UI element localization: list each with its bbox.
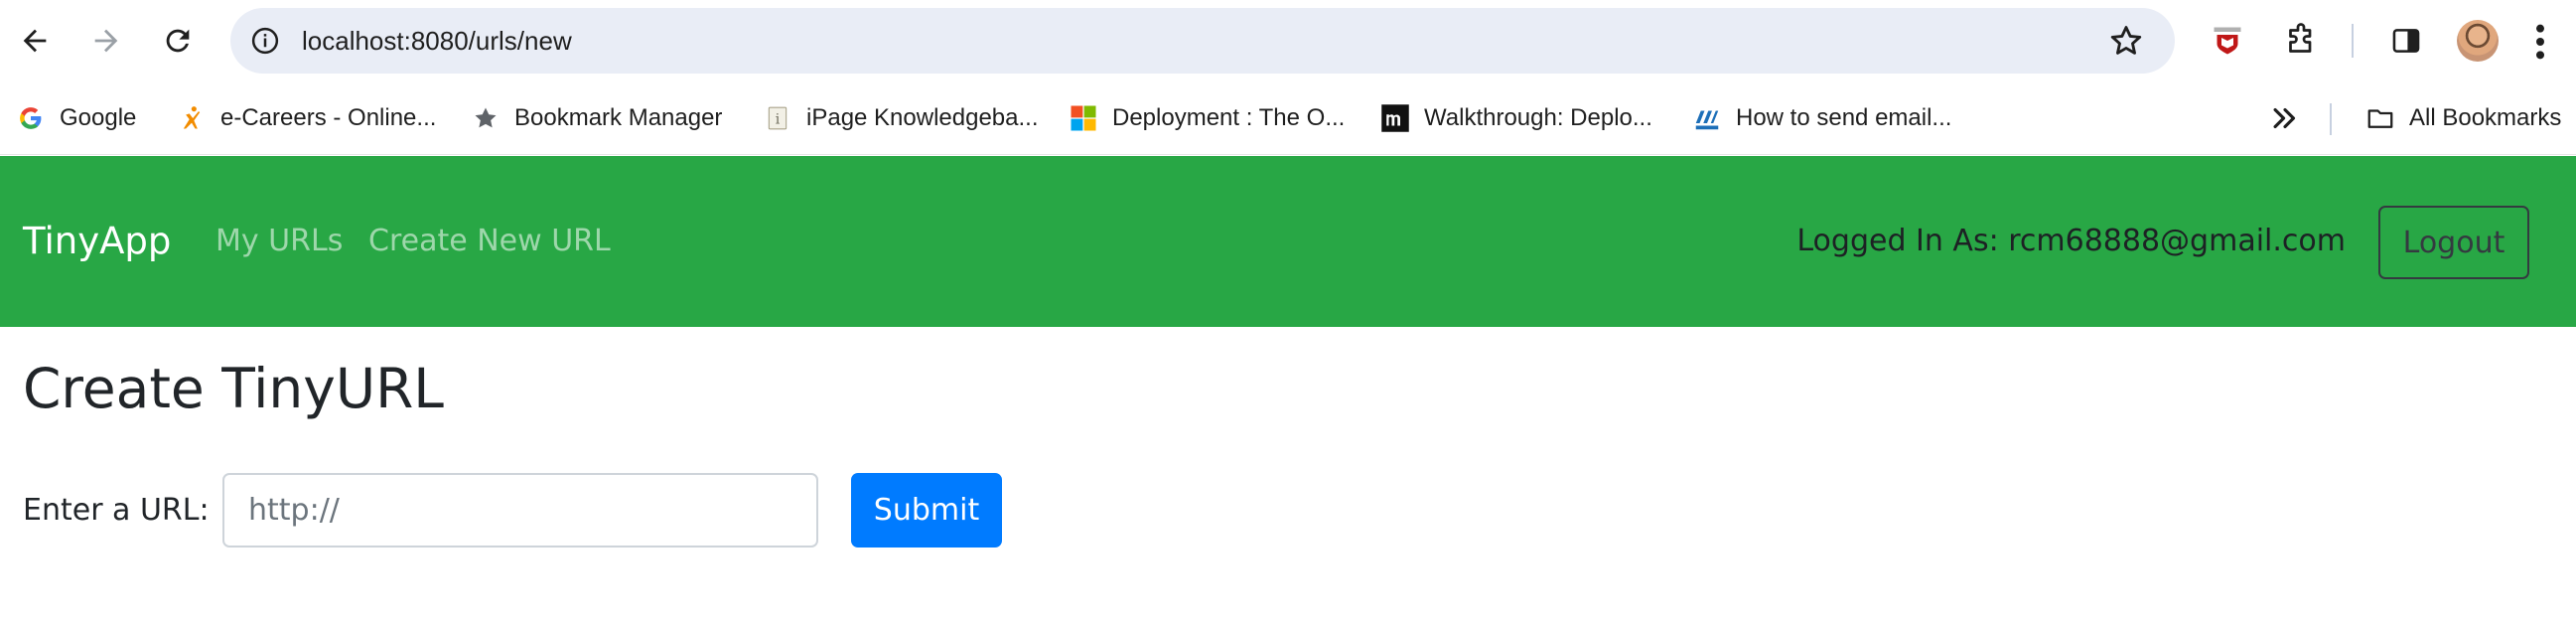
more-menu-icon[interactable] — [2530, 22, 2550, 62]
extensions-puzzle-icon[interactable] — [2278, 18, 2324, 64]
bookmark-label: How to send email... — [1736, 104, 1952, 131]
aspnet-icon — [1692, 103, 1722, 133]
submit-button[interactable]: Submit — [851, 473, 1002, 548]
app-navbar: TinyApp My URLs Create New URL Logged In… — [0, 156, 2576, 327]
bookmark-item[interactable]: Deployment : The O... — [1069, 81, 1345, 155]
ipage-icon: i — [763, 103, 792, 133]
all-bookmarks-label: All Bookmarks — [2409, 104, 2562, 131]
url-field-label: Enter a URL: — [23, 493, 210, 528]
bookmark-star-icon[interactable] — [2107, 22, 2145, 60]
profile-avatar[interactable] — [2457, 20, 2499, 62]
star-icon — [471, 103, 501, 133]
page-title: Create TinyURL — [23, 357, 444, 420]
side-panel-icon[interactable] — [2383, 18, 2429, 64]
chevron-double-right-icon[interactable] — [2268, 101, 2302, 135]
bookmarks-bar: Google e-Careers - Online... Bookmark Ma… — [0, 81, 2576, 155]
bookmark-label: Bookmark Manager — [514, 104, 723, 131]
google-icon — [16, 103, 46, 133]
address-url[interactable]: localhost:8080/urls/new — [302, 8, 572, 74]
bookmark-item[interactable]: e-Careers - Online... — [177, 81, 436, 155]
navbar-brand[interactable]: TinyApp — [23, 156, 171, 327]
bookmark-label: Walkthrough: Deplo... — [1424, 104, 1652, 131]
all-bookmarks-button[interactable]: All Bookmarks — [2365, 81, 2561, 155]
bookmark-item[interactable]: Bookmark Manager — [471, 81, 722, 155]
arrow-left-icon — [23, 29, 47, 53]
microsoft-icon — [1069, 103, 1098, 133]
toolbar-separator — [2352, 24, 2354, 58]
bookmark-item[interactable]: Google — [16, 81, 136, 155]
bookmark-label: Google — [60, 104, 137, 131]
nav-link-create-new-url[interactable]: Create New URL — [368, 156, 611, 327]
arrow-right-icon — [94, 29, 118, 53]
reload-button[interactable] — [151, 14, 205, 68]
bookmark-item[interactable]: How to send email... — [1692, 81, 1951, 155]
bookmark-label: iPage Knowledgeba... — [806, 104, 1039, 131]
bookmarks-separator — [2330, 103, 2332, 135]
bookmark-item[interactable]: i iPage Knowledgeba... — [763, 81, 1039, 155]
url-input[interactable] — [222, 473, 818, 548]
folder-icon — [2365, 103, 2395, 133]
logout-button[interactable]: Logout — [2378, 206, 2529, 279]
browser-toolbar: localhost:8080/urls/new — [0, 0, 2576, 81]
ecareers-icon — [177, 103, 207, 133]
back-button[interactable] — [8, 14, 62, 68]
mcafee-extension-icon[interactable] — [2205, 18, 2250, 64]
m-icon — [1380, 103, 1410, 133]
forward-button[interactable] — [79, 14, 133, 68]
site-info-icon[interactable] — [244, 20, 286, 62]
nav-link-my-urls[interactable]: My URLs — [215, 156, 343, 327]
svg-text:i: i — [776, 111, 781, 127]
bookmark-label: e-Careers - Online... — [220, 104, 437, 131]
address-bar[interactable]: localhost:8080/urls/new — [230, 8, 2175, 74]
bookmark-item[interactable]: Walkthrough: Deplo... — [1380, 81, 1652, 155]
logged-in-status: Logged In As: rcm68888@gmail.com — [1796, 224, 2346, 258]
bookmark-label: Deployment : The O... — [1112, 104, 1346, 131]
reload-icon — [166, 29, 190, 53]
